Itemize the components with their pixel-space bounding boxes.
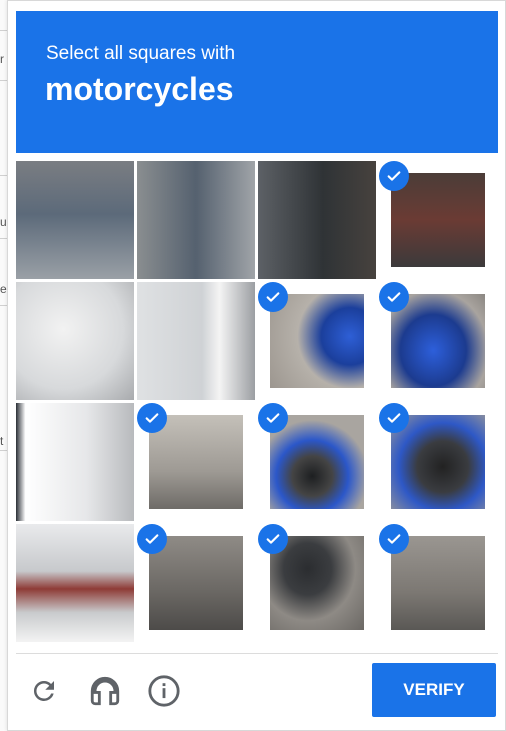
- background-text: t: [0, 434, 4, 448]
- grid-tile[interactable]: [16, 524, 134, 642]
- grid-tile[interactable]: [16, 403, 134, 521]
- reload-button[interactable]: [26, 673, 62, 709]
- tile-image: [16, 403, 134, 521]
- grid-tile[interactable]: [137, 403, 255, 521]
- instruction-text: Select all squares with: [46, 43, 236, 64]
- grid-tile[interactable]: [379, 524, 497, 642]
- tile-image: [137, 161, 255, 279]
- grid-tile[interactable]: [258, 524, 376, 642]
- background-text: e: [0, 282, 7, 296]
- tile-image: [391, 415, 485, 509]
- image-grid: [16, 161, 496, 643]
- grid-tile[interactable]: [258, 403, 376, 521]
- check-icon: [258, 524, 288, 554]
- info-button[interactable]: [146, 673, 182, 709]
- tile-image: [270, 536, 364, 630]
- grid-tile[interactable]: [137, 282, 255, 400]
- check-icon: [137, 524, 167, 554]
- tile-image: [16, 524, 134, 642]
- background-text: u: [0, 215, 7, 229]
- headphones-icon: [90, 676, 120, 706]
- footer-divider: [16, 653, 498, 654]
- tile-image: [391, 173, 485, 267]
- audio-challenge-button[interactable]: [87, 673, 123, 709]
- tile-image: [270, 415, 364, 509]
- tile-image: [391, 536, 485, 630]
- captcha-dialog: Select all squares with motorcycles VERI…: [7, 0, 506, 731]
- grid-tile[interactable]: [16, 161, 134, 279]
- check-icon: [379, 524, 409, 554]
- check-icon: [379, 161, 409, 191]
- reload-icon: [33, 681, 54, 701]
- tile-image: [149, 415, 243, 509]
- grid-tile[interactable]: [379, 161, 497, 279]
- background-text: r: [0, 52, 4, 66]
- verify-button[interactable]: VERIFY: [372, 663, 496, 717]
- tile-image: [137, 282, 255, 400]
- grid-tile[interactable]: [379, 282, 497, 400]
- grid-tile[interactable]: [258, 282, 376, 400]
- challenge-header: Select all squares with motorcycles: [16, 11, 498, 153]
- target-object: motorcycles: [45, 71, 234, 107]
- tile-image: [16, 282, 134, 400]
- tile-image: [270, 294, 364, 388]
- info-icon: [148, 675, 180, 707]
- check-icon: [258, 403, 288, 433]
- grid-tile[interactable]: [379, 403, 497, 521]
- tile-image: [391, 294, 485, 388]
- grid-tile[interactable]: [137, 524, 255, 642]
- check-icon: [137, 403, 167, 433]
- check-icon: [258, 282, 288, 312]
- grid-tile[interactable]: [137, 161, 255, 279]
- check-icon: [379, 403, 409, 433]
- grid-tile[interactable]: [16, 282, 134, 400]
- tile-image: [149, 536, 243, 630]
- check-icon: [379, 282, 409, 312]
- tile-image: [258, 161, 376, 279]
- grid-tile[interactable]: [258, 161, 376, 279]
- tile-image: [16, 161, 134, 279]
